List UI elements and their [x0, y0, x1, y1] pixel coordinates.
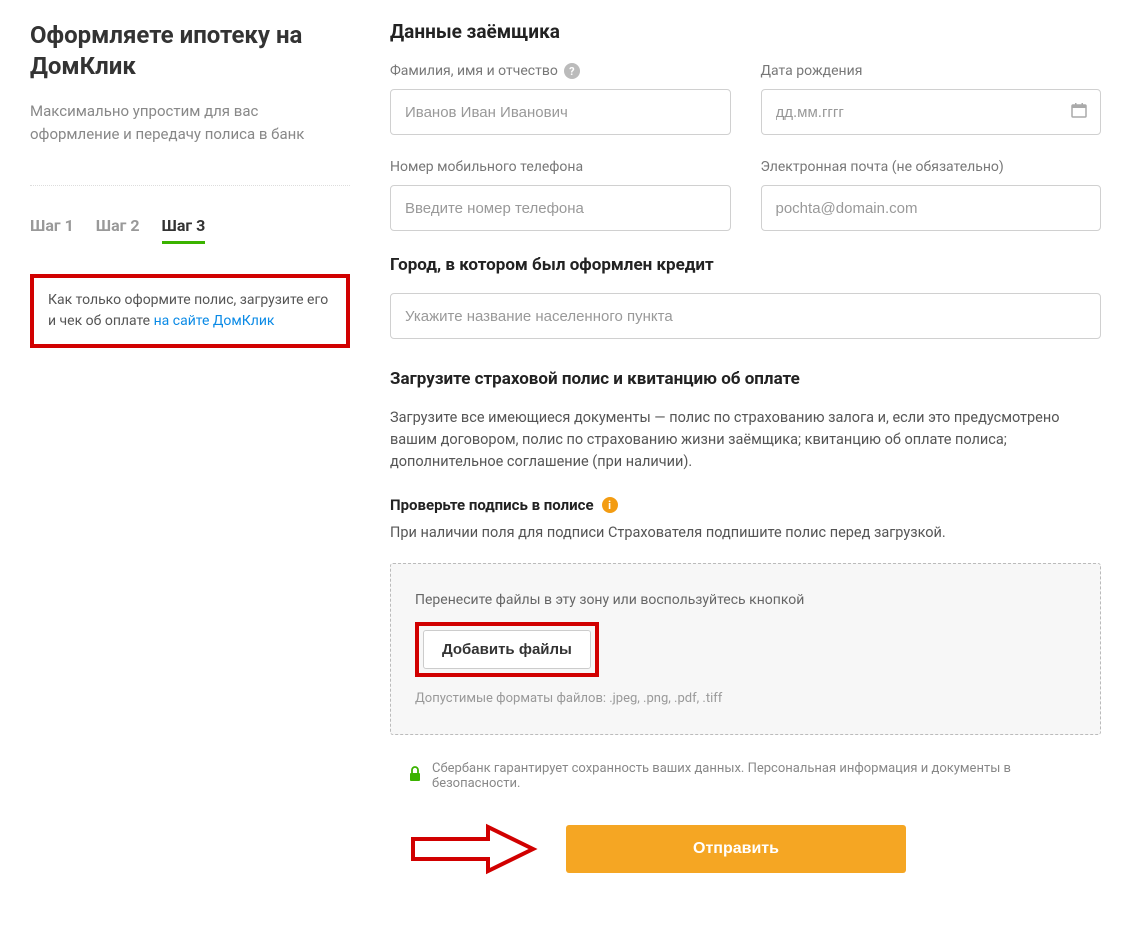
- check-sign-label: Проверьте подпись в полисе i: [390, 496, 1101, 514]
- submit-button[interactable]: Отправить: [566, 825, 906, 873]
- help-icon[interactable]: ?: [564, 63, 580, 79]
- sidebar: Оформляете ипотеку на ДомКлик Максимальн…: [10, 20, 390, 912]
- fullname-label: Фамилия, имя и отчество ?: [390, 63, 731, 79]
- dob-input[interactable]: [761, 89, 1102, 135]
- city-heading: Город, в котором был оформлен кредит: [390, 255, 1101, 275]
- arrow-icon: [408, 821, 538, 877]
- phone-label: Номер мобильного телефона: [390, 159, 731, 175]
- security-note: Сбербанк гарантирует сохранность ваших д…: [390, 761, 1101, 791]
- email-input[interactable]: [761, 185, 1102, 231]
- step-1[interactable]: Шаг 1: [30, 216, 74, 244]
- lock-icon: [408, 766, 422, 786]
- dropzone-text: Перенесите файлы в эту зону или воспольз…: [415, 592, 1076, 608]
- calendar-icon[interactable]: [1071, 102, 1087, 122]
- email-label: Электронная почта (не обязательно): [761, 159, 1102, 175]
- steps-nav: Шаг 1 Шаг 2 Шаг 3: [30, 185, 350, 244]
- phone-input[interactable]: [390, 185, 731, 231]
- notice-box: Как только оформите полис, загрузите его…: [30, 274, 350, 348]
- dob-label: Дата рождения: [761, 63, 1102, 79]
- borrower-heading: Данные заёмщика: [390, 20, 1101, 43]
- notice-link[interactable]: на сайте ДомКлик: [154, 313, 275, 329]
- step-2[interactable]: Шаг 2: [96, 216, 140, 244]
- formats-text: Допустимые форматы файлов: .jpeg, .png, …: [415, 691, 1076, 706]
- step-3[interactable]: Шаг 3: [162, 216, 206, 244]
- upload-heading: Загрузите страховой полис и квитанцию об…: [390, 369, 1101, 389]
- city-input[interactable]: [390, 293, 1101, 339]
- fullname-input[interactable]: [390, 89, 731, 135]
- page-title: Оформляете ипотеку на ДомКлик: [30, 20, 350, 82]
- sign-desc: При наличии поля для подписи Страховател…: [390, 524, 1101, 541]
- file-dropzone[interactable]: Перенесите файлы в эту зону или воспольз…: [390, 563, 1101, 735]
- add-files-button[interactable]: Добавить файлы: [423, 630, 591, 669]
- info-icon[interactable]: i: [602, 497, 618, 513]
- add-files-highlight: Добавить файлы: [415, 622, 599, 677]
- upload-desc: Загрузите все имеющиеся документы — поли…: [390, 407, 1101, 472]
- main-form: Данные заёмщика Фамилия, имя и отчество …: [390, 20, 1121, 912]
- page-subtitle: Максимально упростим для вас оформление …: [30, 100, 350, 145]
